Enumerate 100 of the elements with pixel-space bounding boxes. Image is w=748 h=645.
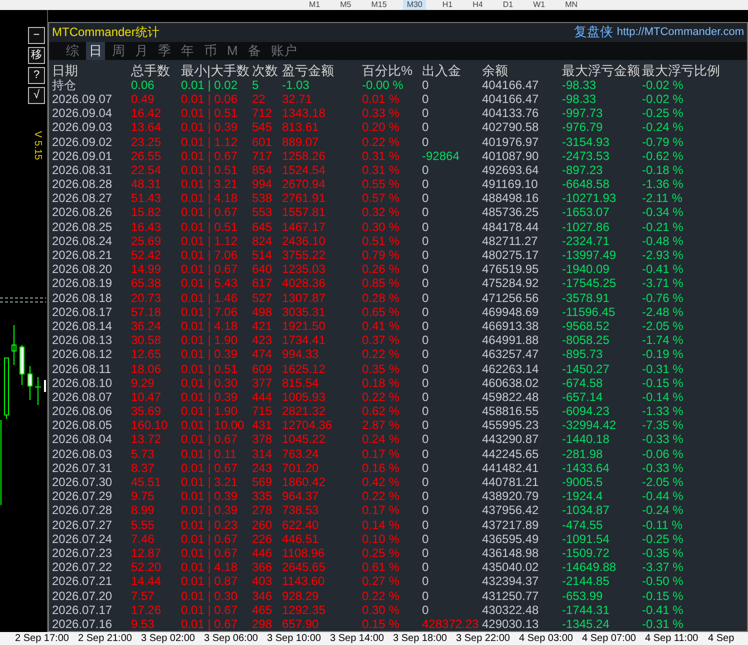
deposit-cell-text: 0 [422, 475, 430, 490]
period-tab[interactable]: 币 [201, 42, 220, 60]
column-header: 最小|大手数 [181, 62, 250, 78]
lots-cell-text: 0.06 [131, 78, 156, 92]
timeframe-button[interactable]: D1 [498, 0, 518, 10]
timeframe-button[interactable]: M1 [305, 0, 324, 10]
lots-cell-text: 35.69 [131, 404, 162, 418]
period-tab[interactable]: 月 [132, 42, 151, 60]
deposit-cell-text: 0 [422, 503, 430, 518]
balance-cell-text: 436595.49 [482, 532, 540, 546]
axis-label: 4 Sep 07:00 [582, 632, 637, 644]
profit-cell-text: 2761.91 [282, 191, 326, 206]
period-tab[interactable]: M [224, 42, 241, 60]
count-cell-text: 346 [252, 588, 274, 603]
lot-range-cell-text: 0.01 | 0.67 [181, 460, 238, 475]
period-tab[interactable]: 综 [63, 42, 82, 60]
percent-cell-text: 0.15 % [362, 616, 400, 631]
column-header: 余额 [482, 62, 509, 78]
count-cell-text: 444 [252, 390, 274, 404]
profit-cell-text: 964.37 [282, 489, 320, 504]
percent-cell-text: 0.17 % [362, 446, 400, 461]
lot-range-cell-text: 0.01 | 0.51 [181, 162, 238, 177]
lot-range-cell-text: 0.01 | 4.18 [181, 318, 238, 333]
drawdown-cell-text: -281.98 [562, 446, 604, 461]
lot-range-cell-text: 0.01 | 0.39 [181, 503, 238, 518]
lot-range-cell-text: 0.01 | 1.90 [181, 404, 238, 418]
balance-cell-text: 441482.41 [482, 460, 540, 475]
timeframe-button[interactable]: H1 [438, 0, 457, 10]
side-button[interactable]: ? [28, 67, 45, 84]
drawdown-cell-text: -474.55 [562, 518, 604, 532]
date-cell-text: 2026.08.10 [52, 376, 114, 390]
date-cell-text: 2026.08.18 [52, 290, 114, 305]
period-tab[interactable]: 年 [178, 42, 197, 60]
date-cell-text: 2026.07.27 [52, 518, 114, 532]
date-cell-text: 2026.09.07 [52, 92, 114, 106]
profit-cell-text: 1108.96 [282, 546, 326, 560]
drawdown-percent-cell-text: -0.24 % [642, 120, 684, 134]
count-cell-text: 226 [252, 532, 274, 546]
count-cell-text: 854 [252, 162, 274, 177]
period-tab[interactable]: 账户 [268, 42, 300, 60]
count-cell-text: 514 [252, 248, 274, 262]
balance-cell-text: 432394.37 [482, 574, 540, 588]
axis-label: 2 Sep 21:00 [78, 632, 133, 644]
timeframe-button[interactable]: H4 [468, 0, 487, 10]
date-cell-text: 2026.08.31 [52, 162, 114, 177]
axis-label: 3 Sep 14:00 [330, 632, 385, 644]
lot-range-cell-text: 0.01 | 0.51 [181, 106, 238, 120]
lot-range-cell-text: 0.01 | 0.67 [181, 546, 238, 560]
lots-cell-text: 23.25 [131, 134, 162, 149]
percent-cell-text: 0.22 % [362, 134, 400, 149]
side-button[interactable]: 移 [28, 47, 45, 64]
balance-cell-text: 455995.23 [482, 418, 540, 432]
balance-cell-text: 431250.77 [482, 588, 540, 603]
timeframe-button[interactable]: M15 [367, 0, 391, 10]
drawdown-cell-text: -674.58 [562, 376, 604, 390]
deposit-cell-text: 0 [422, 518, 430, 532]
period-tab[interactable]: 季 [155, 42, 174, 60]
count-cell-text: 824 [252, 234, 274, 248]
lots-cell-text: 45.51 [131, 475, 162, 490]
timeframe-button[interactable]: MN [561, 0, 582, 10]
period-tab[interactable]: 备 [244, 42, 264, 60]
deposit-cell-text: 0 [422, 234, 430, 248]
lots-cell-text: 57.18 [131, 304, 162, 319]
lots-cell-text: 7.57 [131, 588, 156, 603]
date-cell-text: 2026.09.04 [52, 106, 114, 120]
lot-range-cell-text: 0.01 | 0.67 [181, 616, 238, 631]
profit-cell-text: 813.61 [282, 120, 320, 134]
website-link[interactable]: http://MTCommander.com [616, 25, 744, 40]
period-tab[interactable]: 日 [86, 42, 105, 60]
lots-cell-text: 8.37 [131, 460, 156, 475]
date-cell-text: 2026.08.27 [52, 191, 114, 206]
timeframe-button[interactable]: M5 [336, 0, 356, 10]
side-button[interactable]: √ [28, 87, 45, 104]
profit-cell-text: 1343.18 [282, 106, 326, 120]
count-cell-text: 421 [252, 318, 274, 333]
deposit-cell-text: 0 [422, 390, 430, 404]
drawdown-cell-text: -897.23 [562, 162, 604, 177]
timeframe-button[interactable]: W1 [529, 0, 550, 10]
side-button[interactable]: − [28, 27, 45, 44]
period-tab[interactable]: 周 [109, 42, 128, 60]
percent-cell-text: 0.85 % [362, 276, 400, 290]
axis-label: 3 Sep 18:00 [393, 632, 448, 644]
drawdown-cell-text: -14649.88 [562, 560, 618, 574]
balance-cell-text: 429030.13 [482, 616, 540, 631]
drawdown-cell-text: -6648.58 [562, 177, 610, 192]
deposit-cell-text: 0 [422, 120, 430, 134]
balance-cell-text: 482711.27 [482, 234, 539, 248]
timeframe-button[interactable]: M30 [402, 0, 426, 10]
drawdown-cell-text: -1924.4 [562, 489, 604, 504]
lots-cell-text: 9.75 [131, 489, 156, 504]
percent-cell-text: 0.22 % [362, 390, 400, 404]
date-cell-text: 2026.08.03 [52, 446, 114, 461]
lots-cell-text: 20.73 [131, 290, 162, 305]
count-cell-text: 22 [252, 92, 266, 106]
deposit-cell-text: 0 [422, 489, 430, 504]
drawdown-percent-cell-text: -1.33 % [642, 404, 684, 418]
date-cell-text: 2026.07.22 [52, 560, 114, 574]
lot-range-cell-text: 0.01 | 4.18 [181, 191, 238, 206]
deposit-cell-text: 0 [422, 162, 430, 177]
drawdown-percent-cell-text: -3.37 % [642, 560, 684, 574]
